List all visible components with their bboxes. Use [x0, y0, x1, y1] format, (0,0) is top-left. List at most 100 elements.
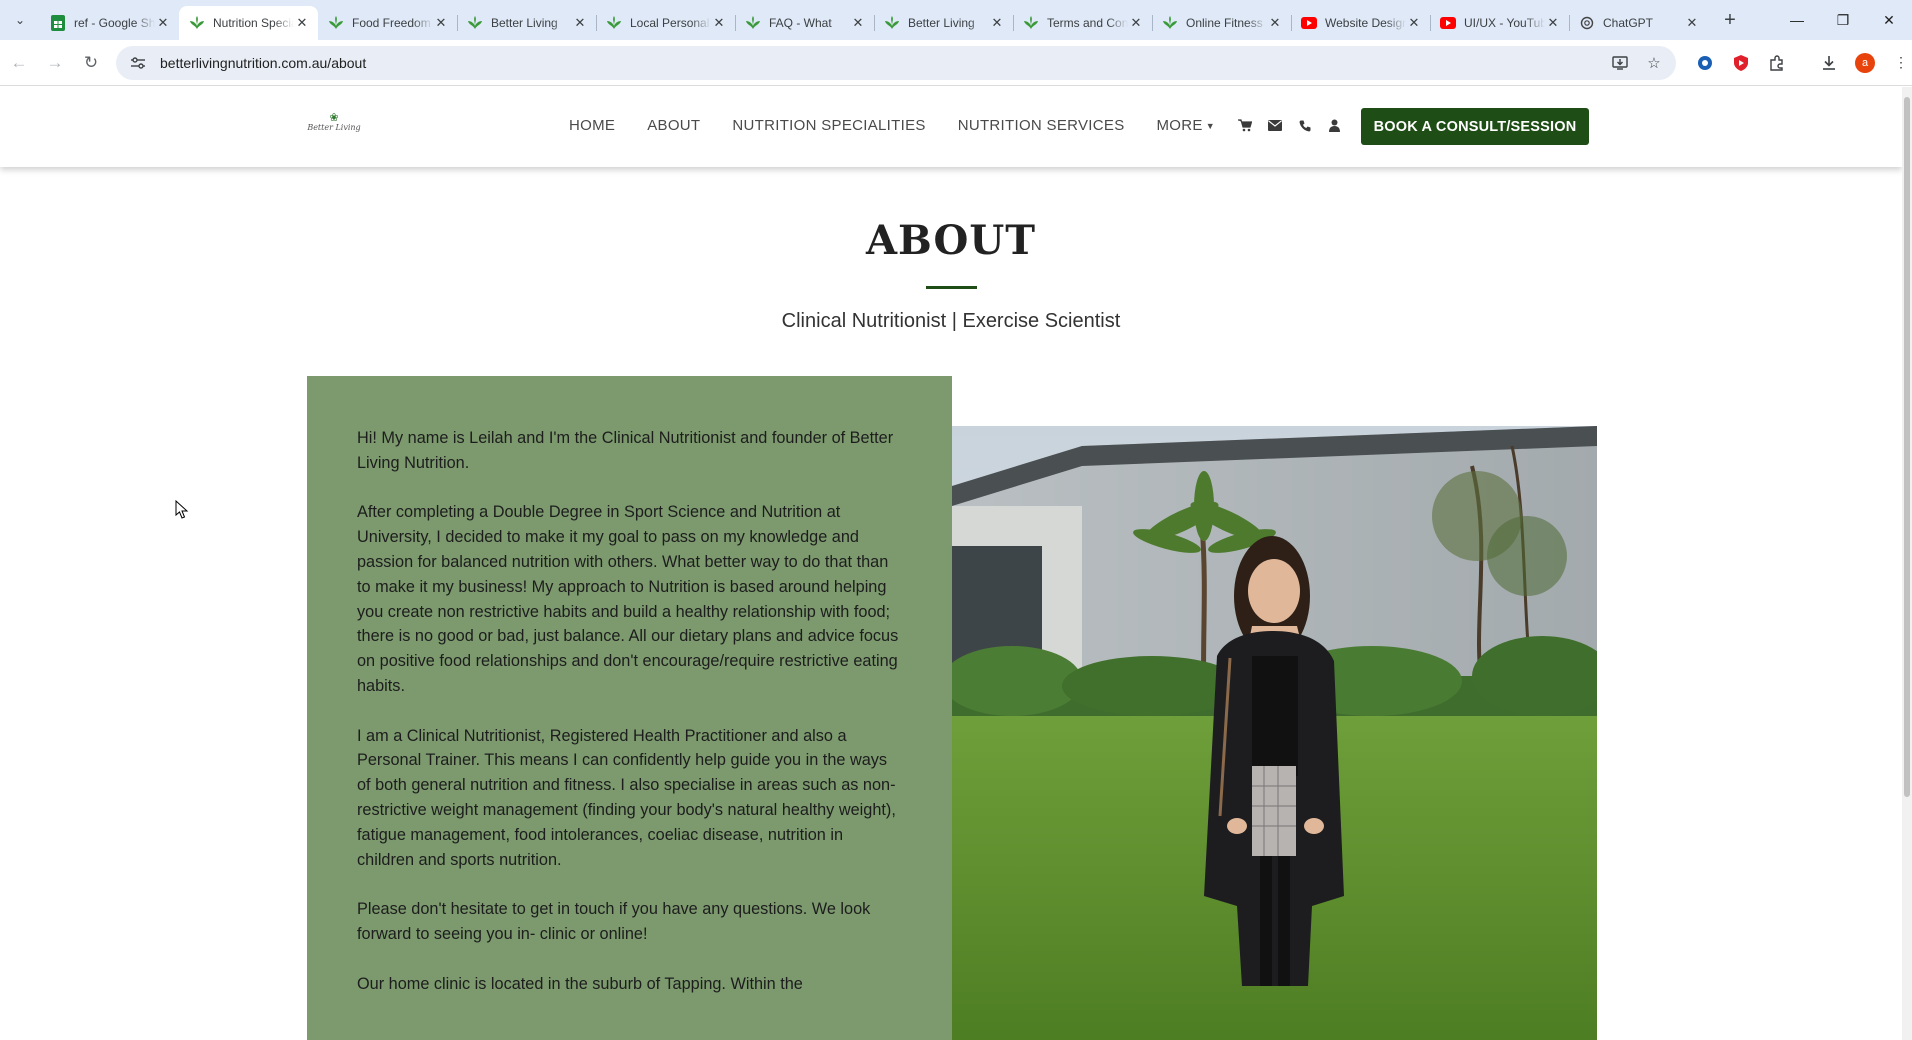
- window-controls: — ❐ ✕: [1774, 0, 1912, 40]
- site-header: ❀ Better Living HOME ABOUT NUTRITION SPE…: [0, 87, 1902, 167]
- close-icon[interactable]: ✕: [711, 15, 727, 31]
- founder-photo: [952, 426, 1597, 1040]
- leaf-icon: [189, 15, 205, 31]
- close-icon[interactable]: ✕: [1267, 15, 1283, 31]
- chatgpt-icon: [1579, 15, 1595, 31]
- email-icon[interactable]: [1267, 118, 1283, 134]
- nav-nutrition-services[interactable]: NUTRITION SERVICES: [958, 117, 1125, 134]
- tab-title: Better Living: [491, 16, 558, 30]
- nav-home[interactable]: HOME: [569, 117, 615, 134]
- youtube-icon: [1440, 15, 1456, 31]
- profile-avatar[interactable]: a: [1854, 52, 1876, 74]
- tab-title: Local Personal: [630, 16, 710, 30]
- logo-leaf-icon: ❀: [329, 112, 339, 124]
- bio-paragraph: Hi! My name is Leilah and I'm the Clinic…: [357, 429, 894, 472]
- tab-title: ref - Google Sheets: [74, 16, 155, 30]
- main-nav: HOME ABOUT NUTRITION SPECIALITIES NUTRIT…: [569, 117, 1343, 134]
- close-icon[interactable]: ✕: [155, 15, 171, 31]
- close-icon[interactable]: ✕: [1406, 15, 1422, 31]
- install-app-icon[interactable]: [1610, 53, 1630, 73]
- sheets-icon: [50, 15, 66, 31]
- bio-paragraph: I am a Clinical Nutritionist, Registered…: [357, 726, 896, 869]
- browser-tab[interactable]: Better Living ✕: [874, 6, 1013, 40]
- site-info-icon[interactable]: [126, 51, 150, 75]
- scrollbar-thumb[interactable]: [1904, 97, 1910, 797]
- leaf-icon: [328, 15, 344, 31]
- close-icon[interactable]: ✕: [989, 15, 1005, 31]
- leaf-icon: [606, 15, 622, 31]
- title-divider: [926, 286, 977, 289]
- browser-tab[interactable]: UI/UX - YouTube ✕: [1430, 6, 1569, 40]
- restore-icon[interactable]: ❐: [1820, 0, 1866, 40]
- tab-title: Online Fitness: [1186, 16, 1263, 30]
- nav-more-label: MORE: [1156, 117, 1203, 134]
- leaf-icon: [745, 15, 761, 31]
- leaf-icon: [1162, 15, 1178, 31]
- new-tab-plus-icon[interactable]: +: [1714, 3, 1746, 37]
- browser-tab[interactable]: ChatGPT ✕: [1569, 6, 1708, 40]
- browser-tab[interactable]: Terms and Conditions ✕: [1013, 6, 1152, 40]
- close-icon[interactable]: ✕: [850, 15, 866, 31]
- extensions-puzzle-icon[interactable]: [1766, 52, 1788, 74]
- reload-icon[interactable]: ↻: [74, 46, 108, 80]
- close-icon[interactable]: ✕: [1128, 15, 1144, 31]
- browser-tab[interactable]: Local Personal ✕: [596, 6, 735, 40]
- extension-blue-icon[interactable]: [1694, 52, 1716, 74]
- tab-title: ChatGPT: [1603, 16, 1654, 30]
- browser-tab-strip: ⌄ ref - Google Sheets ✕ Nutrition Specia…: [0, 0, 1912, 40]
- nav-nutrition-specialities[interactable]: NUTRITION SPECIALITIES: [732, 117, 925, 134]
- logo-text: Better Living: [307, 123, 361, 132]
- bio-paragraph: After completing a Double Degree in Spor…: [357, 503, 899, 695]
- page-title: ABOUT: [865, 217, 1037, 264]
- cart-icon[interactable]: [1237, 118, 1253, 134]
- page-viewport: ❀ Better Living HOME ABOUT NUTRITION SPE…: [0, 87, 1902, 1040]
- bio-paragraph: Our home clinic is located in the suburb…: [357, 974, 803, 993]
- forward-arrow-icon[interactable]: →: [38, 46, 72, 80]
- tab-title: Website Design: [1325, 16, 1406, 30]
- mouse-cursor-icon: [175, 500, 189, 519]
- book-consult-button[interactable]: BOOK A CONSULT/SESSION: [1361, 108, 1589, 145]
- browser-tab-active[interactable]: Nutrition Specialities ✕: [179, 6, 318, 40]
- tab-list: ref - Google Sheets ✕ Nutrition Speciali…: [40, 0, 1746, 40]
- back-arrow-icon[interactable]: ←: [2, 46, 36, 80]
- close-icon[interactable]: ✕: [1684, 15, 1700, 31]
- download-icon[interactable]: [1818, 52, 1840, 74]
- leaf-icon: [884, 15, 900, 31]
- nav-more[interactable]: MORE ▼: [1157, 117, 1215, 134]
- tab-title: FAQ - What: [769, 16, 832, 30]
- user-account-icon[interactable]: [1327, 118, 1343, 134]
- browser-tab[interactable]: Better Living ✕: [457, 6, 596, 40]
- phone-icon[interactable]: [1297, 118, 1313, 134]
- browser-toolbar: ← → ↻ betterlivingnutrition.com.au/about…: [0, 40, 1912, 86]
- close-icon[interactable]: ✕: [572, 15, 588, 31]
- bio-paragraph: Please don't hesitate to get in touch if…: [357, 900, 871, 943]
- kebab-menu-icon[interactable]: ⋮: [1890, 52, 1912, 74]
- browser-tab[interactable]: Food Freedom ✕: [318, 6, 457, 40]
- leaf-icon: [1023, 15, 1039, 31]
- profile-initial: a: [1855, 52, 1875, 73]
- minimize-icon[interactable]: —: [1774, 0, 1820, 40]
- page-subtitle: Clinical Nutritionist | Exercise Scienti…: [781, 310, 1121, 332]
- nav-about[interactable]: ABOUT: [647, 117, 700, 134]
- browser-tab[interactable]: Website Design ✕: [1291, 6, 1430, 40]
- close-icon[interactable]: ✕: [1545, 15, 1561, 31]
- close-window-icon[interactable]: ✕: [1866, 0, 1912, 40]
- bio-panel: Hi! My name is Leilah and I'm the Clinic…: [307, 376, 952, 1040]
- close-icon[interactable]: ✕: [294, 15, 310, 31]
- address-bar[interactable]: betterlivingnutrition.com.au/about ☆: [116, 45, 1676, 80]
- extension-red-shield-icon[interactable]: [1730, 52, 1752, 74]
- tab-search-chevron-icon[interactable]: ⌄: [0, 0, 40, 40]
- browser-tab[interactable]: FAQ - What ✕: [735, 6, 874, 40]
- site-logo[interactable]: ❀ Better Living: [307, 112, 360, 141]
- tab-title: UI/UX - YouTube: [1464, 16, 1545, 30]
- browser-tab[interactable]: Online Fitness ✕: [1152, 6, 1291, 40]
- close-icon[interactable]: ✕: [433, 15, 449, 31]
- bookmark-star-icon[interactable]: ☆: [1644, 53, 1664, 73]
- leaf-icon: [467, 15, 483, 31]
- url-text[interactable]: betterlivingnutrition.com.au/about: [160, 55, 1610, 71]
- tab-title: Nutrition Specialities: [213, 16, 294, 30]
- tab-title: Food Freedom: [352, 16, 431, 30]
- tab-title: Better Living: [908, 16, 975, 30]
- page-scrollbar[interactable]: [1902, 87, 1912, 1040]
- browser-tab[interactable]: ref - Google Sheets ✕: [40, 6, 179, 40]
